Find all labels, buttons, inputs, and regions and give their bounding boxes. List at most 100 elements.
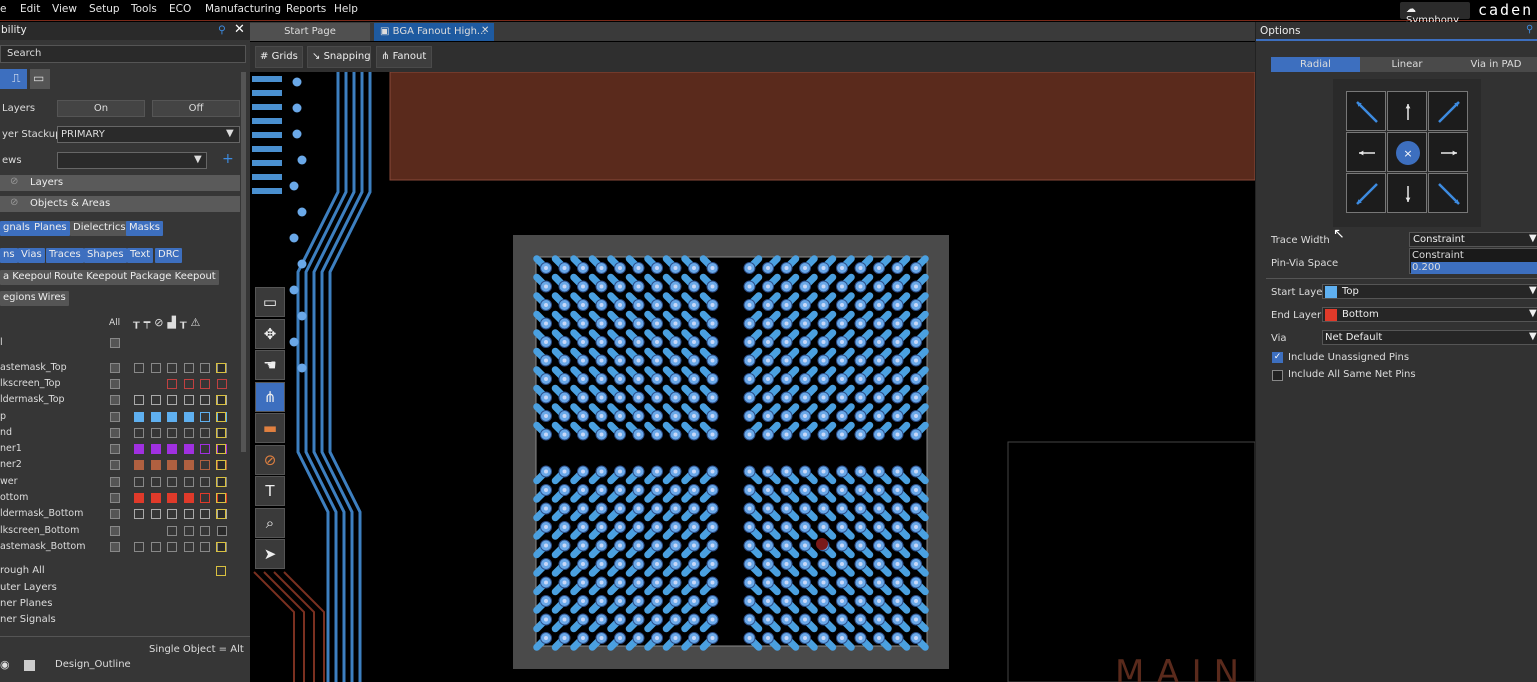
menu-file[interactable]: e <box>0 3 6 15</box>
panel-scrollbar[interactable] <box>241 72 246 452</box>
layer-swatch[interactable] <box>216 509 226 519</box>
layer-swatch[interactable] <box>200 363 210 373</box>
trace-width-select[interactable]: Constraint ▼ <box>1409 232 1537 247</box>
layer-row[interactable]: wer <box>0 475 245 489</box>
via[interactable] <box>297 259 307 269</box>
layer-swatch[interactable] <box>216 395 226 405</box>
zoom-icon[interactable]: ⌕ <box>255 507 285 538</box>
layer-all-toggle[interactable] <box>110 363 120 373</box>
include-unassigned-checkbox[interactable]: ✓ <box>1272 352 1283 363</box>
layer-swatch[interactable] <box>216 542 226 552</box>
text-icon[interactable]: T <box>255 476 285 506</box>
move-icon[interactable]: ✥ <box>255 318 285 349</box>
layer-swatch[interactable] <box>150 428 161 438</box>
layer-all-toggle[interactable] <box>110 412 120 422</box>
layer-swatch[interactable] <box>167 428 177 438</box>
chip-wires[interactable]: Wires <box>35 291 69 306</box>
layer-row[interactable]: ner2 <box>0 458 245 472</box>
layer-swatch[interactable] <box>216 363 226 373</box>
via[interactable] <box>289 233 299 243</box>
via-select[interactable]: Net Default ▼ <box>1322 330 1537 345</box>
menu-help[interactable]: Help <box>334 3 358 15</box>
layer-swatch[interactable] <box>200 526 210 536</box>
hand-icon[interactable]: ☚ <box>255 350 285 380</box>
direction-s-button[interactable] <box>1387 173 1427 213</box>
chip-pins[interactable]: ns <box>0 248 18 263</box>
direction-n-button[interactable] <box>1387 91 1427 131</box>
layer-swatch[interactable] <box>200 542 210 552</box>
monitor-icon[interactable]: ▭ <box>30 69 50 89</box>
layer-swatch[interactable] <box>167 477 177 487</box>
chip-traces[interactable]: Traces <box>46 248 84 263</box>
via[interactable] <box>289 337 299 347</box>
layer-swatch[interactable] <box>200 444 210 454</box>
layer-swatch[interactable] <box>183 363 194 373</box>
layer-swatch[interactable] <box>216 526 227 536</box>
layer-row[interactable]: ldermask_Top <box>0 393 245 407</box>
layer-swatch[interactable] <box>150 460 161 470</box>
layer-swatch[interactable] <box>183 477 194 487</box>
tab-linear[interactable]: Linear <box>1360 57 1454 72</box>
layer-swatch[interactable] <box>200 412 210 422</box>
eye-icon[interactable]: ◉ <box>0 658 10 671</box>
layer-swatch[interactable] <box>134 428 144 438</box>
group-inner-signals[interactable]: ner Signals <box>0 614 56 625</box>
layer-swatch[interactable] <box>183 542 194 552</box>
comment-icon[interactable]: ▭ <box>255 287 285 317</box>
layer-swatch[interactable] <box>200 379 210 389</box>
direction-w-button[interactable] <box>1346 132 1386 172</box>
fanout-icon[interactable]: ⋔ <box>255 381 285 412</box>
direction-sw-button[interactable] <box>1346 173 1386 213</box>
layer-swatch[interactable] <box>200 460 210 470</box>
layer-swatch[interactable] <box>216 428 226 438</box>
direction-c-button[interactable]: × <box>1387 132 1427 172</box>
pointer-icon[interactable]: ➤ <box>255 539 285 569</box>
design-canvas[interactable]: MAIN <box>250 72 1255 682</box>
layer-swatch[interactable] <box>134 542 144 552</box>
views-select[interactable]: ▼ <box>57 152 207 169</box>
layer-swatch[interactable] <box>150 477 161 487</box>
layer-swatch[interactable] <box>183 428 194 438</box>
layer-swatch[interactable] <box>167 444 177 454</box>
chip-text[interactable]: Text <box>127 248 154 263</box>
layer-swatch[interactable] <box>216 444 226 454</box>
chip-vias[interactable]: Vias <box>18 248 45 263</box>
include-same-net-checkbox[interactable] <box>1272 370 1283 381</box>
layer-swatch[interactable] <box>200 477 210 487</box>
layer-swatch[interactable] <box>150 444 161 454</box>
layer-swatch[interactable] <box>183 412 194 422</box>
via[interactable] <box>289 181 299 191</box>
layer-swatch[interactable] <box>216 379 227 389</box>
layer-row[interactable]: l <box>0 336 245 350</box>
layer-swatch[interactable] <box>134 444 144 454</box>
menu-edit[interactable]: Edit <box>20 3 40 15</box>
layer-swatch[interactable] <box>167 460 177 470</box>
layer-swatch[interactable] <box>150 509 161 519</box>
section-layers[interactable]: ⊘ Layers <box>0 175 240 191</box>
search-input[interactable]: Search <box>0 45 246 63</box>
layer-all-toggle[interactable] <box>110 509 120 519</box>
add-view-icon[interactable]: + <box>222 151 234 167</box>
layers-off-button[interactable]: Off <box>152 100 240 117</box>
layer-swatch[interactable] <box>150 363 161 373</box>
chip-regions[interactable]: egions <box>0 291 39 306</box>
option-constraint[interactable]: Constraint <box>1412 250 1464 261</box>
layer-row[interactable]: ner1 <box>0 442 245 456</box>
layer-swatch[interactable] <box>134 477 144 487</box>
menu-setup[interactable]: Setup <box>89 3 120 15</box>
layer-all-toggle[interactable] <box>110 477 120 487</box>
layer-all-toggle[interactable] <box>110 379 120 389</box>
layer-swatch[interactable] <box>134 460 144 470</box>
layer-row[interactable]: astemask_Top <box>0 361 245 375</box>
via[interactable] <box>292 129 302 139</box>
layer-row[interactable]: ottom <box>0 491 245 505</box>
layer-swatch[interactable] <box>200 428 210 438</box>
chip-signals[interactable]: gnals <box>0 221 33 236</box>
pin-icon[interactable]: ⚲ <box>1526 24 1533 35</box>
route-icon[interactable]: ⎍ <box>9 69 27 89</box>
tab-bga-fanout[interactable]: ▣ BGA Fanout High... ✕ <box>374 23 494 41</box>
layer-swatch[interactable] <box>167 493 177 503</box>
layer-swatch[interactable] <box>216 477 226 487</box>
menu-eco[interactable]: ECO <box>169 3 191 15</box>
layer-swatch[interactable] <box>150 493 161 503</box>
